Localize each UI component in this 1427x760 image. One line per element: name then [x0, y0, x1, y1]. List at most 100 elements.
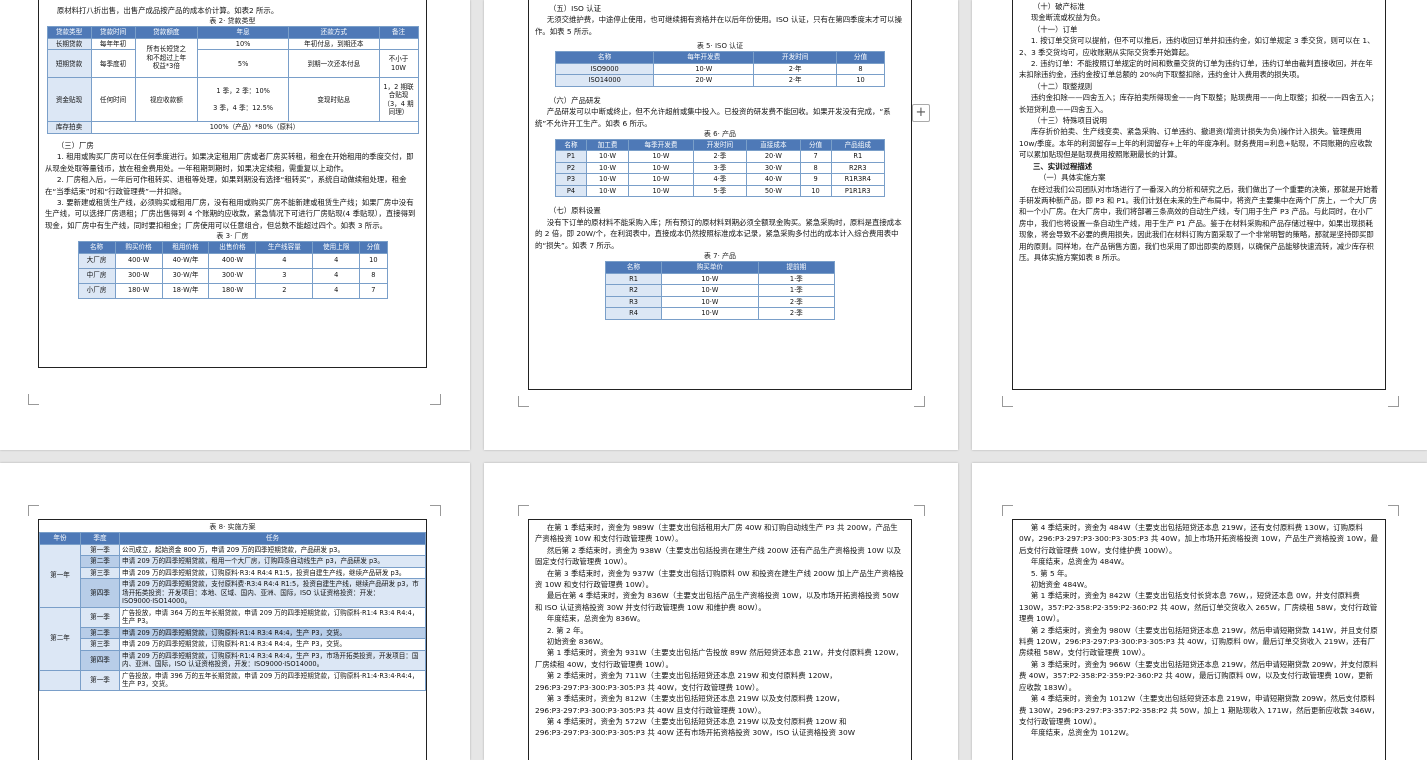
- table-cell: 库存拍卖: [46, 121, 92, 134]
- page-2-content: （五）ISO 认证 无须交维护费，中途停止使用，也可继续拥有资格并在以后年份使用…: [528, 0, 912, 390]
- table-row: P4 10·W 10·W 5·季 50·W 10 P1R1R3: [555, 184, 886, 198]
- table-cell: 50·W: [746, 184, 801, 198]
- table-header: 租用价格: [161, 241, 210, 254]
- table-header: 名称: [604, 261, 663, 274]
- table-cell: 10·W: [585, 184, 630, 198]
- section-heading: 三、实训过程描述: [1033, 161, 1093, 171]
- paragraph: 第 4 季结束时，资金为 572W（主要支出包括短贷还本息 219W 以及支付原…: [535, 716, 856, 738]
- paragraph: 第 4 季结束时，资金为 1012W（主要支出包括短贷还本息 219W，申请短期…: [1019, 694, 1379, 726]
- table-cell: 20·W: [746, 150, 801, 163]
- table-cell: 10·W: [661, 272, 759, 286]
- quarter-cell: 第三季: [80, 638, 120, 651]
- page-5-text: 在第 1 季结束时，资金为 989W（主要支出包括租用大厂房 40W 和订购自动…: [529, 520, 911, 739]
- page-4-content: 表 8· 实施方案 年份 季度 任务 第一年 第一季 公司成立，起始资金 800…: [38, 519, 427, 760]
- paragraph: 在经过我们公司团队对市场进行了一番深入的分析和研究之后，我们做出了一个重要的决策…: [1019, 184, 1379, 262]
- paragraph: 初始资金 484W。: [1030, 580, 1092, 590]
- paragraph: 第 4 季结束时，资金为 484W（主要支出包括短贷还本息 219W，还有支付原…: [1019, 523, 1378, 555]
- page-3: （十）破产标准 现金断流或权益为负。 （十一）订单 1. 按订单交货可以提前，但…: [972, 0, 1427, 450]
- table-cell: 大厂房: [77, 252, 116, 269]
- table-row: R1 10·W 1·季: [604, 272, 836, 286]
- paragraph: 然后第 2 季结束时，资金为 938W（主要支出包括投资在建生产线 200W 还…: [535, 545, 901, 567]
- paragraph: 产品研发可以中断或终止，但不允许超前或集中投入。已投资的研发费不能回收。如果开发…: [535, 107, 891, 128]
- table-cell: 4: [255, 252, 314, 269]
- table-cell: ISO9000: [554, 62, 655, 76]
- table-cell: 2·季: [692, 150, 748, 163]
- quarter-cell: 第四季: [80, 649, 120, 671]
- table-header: 还款方式: [288, 26, 380, 39]
- table-cell: 4: [312, 252, 361, 269]
- table-header: 备注: [378, 26, 419, 39]
- table-cell: R1: [604, 272, 663, 286]
- page-6: 第 4 季结束时，资金为 484W（主要支出包括短贷还本息 219W，还有支付原…: [972, 463, 1427, 760]
- table-row: 第三季 申请 209 万的四季短期贷款，订购原料·R3:4 R4:4 R1:5，…: [40, 566, 426, 579]
- page-2: （五）ISO 认证 无须交维护费，中途停止使用，也可继续拥有资格并在以后年份使用…: [484, 0, 958, 450]
- table-materials: 名称 购买单价 提前期 R1 10·W 1·季 R2 10·W 1·季 R3 1…: [604, 261, 836, 320]
- table-row: R4 10·W 2·季: [604, 307, 836, 320]
- intro-text: 原材料打八折出售，出售产成品按产品的成本价计算。如表2 所示。: [56, 6, 279, 15]
- table-cell: R2: [604, 284, 663, 297]
- section-title: （一）具体实施方案: [1039, 173, 1106, 183]
- paragraph: 第 1 季结束时，资金为 931W（主要支出包括广告投放 89W 然后短贷还本息…: [535, 648, 903, 669]
- table6-caption: 表 6· 产品: [703, 129, 737, 138]
- table-header: 分值: [359, 241, 388, 254]
- table-implementation-plan: 年份 季度 任务 第一年 第一季 公司成立，起始资金 800 万，申请 209 …: [39, 532, 426, 691]
- paragraph: 2. 厂房租入后，一年后可作租转买、退租等处理，如果到期没有选择“租转买”，系统…: [45, 175, 407, 196]
- paragraph: 年度结束，总资金为 836W。: [546, 614, 645, 624]
- paragraph: 第 1 季结束时，资金为 842W（主要支出包括支付长贷本息 76W，，短贷还本…: [1019, 591, 1378, 624]
- section-title: （十三）特殊项目说明: [1033, 116, 1107, 126]
- task-cell: 申请 209 万的四季短期贷款，订购原料·R3:4 R4:4 R1:5，投资自建…: [119, 566, 426, 579]
- paragraph: 最后在第 4 季结束时，资金为 836W（主要支出包括产品生产资格投资 10W，…: [535, 591, 899, 612]
- corner-mark: [518, 505, 529, 516]
- add-page-icon[interactable]: +: [912, 104, 930, 122]
- table-cell: 年初付息，到期还本: [288, 37, 380, 51]
- paragraph: 第 3 季结束时，资金为 812W（主要支出包括短贷还本息 219W 以及支付原…: [535, 694, 845, 715]
- paragraph: 3. 要新建或租赁生产线，必须购买或租用厂房，没有租用或购买厂房不能新建或租赁生…: [45, 197, 416, 230]
- quarter-cell: 第二季: [80, 626, 120, 639]
- table-cell: 10·W: [653, 62, 755, 76]
- quarter-cell: 第二季: [80, 555, 120, 568]
- table-header: 直接成本: [746, 138, 801, 152]
- table-cell: 视应收款额: [134, 77, 199, 123]
- paragraph: 没有下订单的原材料不能采购入库；所有预订的原材料到期必须全额现金购买。紧急采购时…: [535, 217, 902, 250]
- table-header: 购买单价: [661, 261, 759, 274]
- paragraph: 1. 按订单交货可以提前，但不可以推后，违约收回订单并扣违约金，如订单规定 3 …: [1019, 36, 1375, 57]
- paragraph: 2. 第 2 年。: [546, 625, 588, 635]
- task-cell: 申请 209 万的四季短期贷款，租用一个大厂房，订购四条自动线生产 p3，产品研…: [119, 555, 426, 568]
- quarter-cell: 第一季: [80, 606, 120, 628]
- table-cell: 5%: [197, 49, 290, 79]
- task-cell: 广告投放，申请 364 万的五年长期贷款，申请 209 万的四季短期贷款，订购原…: [119, 606, 426, 628]
- paragraph: 在第 3 季结束时，资金为 937W（主要支出包括订购原料 0W 和投资在建生产…: [535, 568, 904, 590]
- table-header: 贷款类型: [46, 26, 92, 39]
- paragraph: 2. 违约订单：不能按照订单规定的时间和数量交货的订单为违约订单，违约订单由裁判…: [1019, 59, 1373, 80]
- table-cell: 2·季: [757, 295, 836, 309]
- table-header: 分值: [799, 138, 832, 152]
- table-cell: 2·年: [753, 62, 838, 76]
- table-cell: P1R1R3: [830, 184, 886, 198]
- task-cell: 申请 209 万的四季短期贷款，支付原料费·R3:4 R4:4 R1:5，投资自…: [119, 578, 426, 608]
- table-cell: 8: [799, 161, 832, 175]
- table-cell: 30·W/年: [161, 267, 210, 284]
- table-cell: 10·W: [585, 150, 630, 163]
- section-title: （五）ISO 认证: [549, 4, 601, 13]
- table-header: 产品组成: [830, 138, 886, 152]
- page-6-text: 第 4 季结束时，资金为 484W（主要支出包括短贷还本息 219W，还有支付原…: [1013, 520, 1385, 739]
- table-cell: P2: [555, 161, 587, 175]
- corner-mark: [518, 396, 529, 407]
- table-header: 名称: [554, 51, 655, 64]
- table-cell: R2R3: [830, 161, 886, 175]
- page-1-content: 原材料打八折出售，出售产成品按产品的成本价计算。如表2 所示。 表 2· 贷款类…: [38, 0, 427, 368]
- table-cell: 300·W: [114, 267, 163, 284]
- corner-mark: [1388, 396, 1399, 407]
- table-cell: 4: [312, 267, 361, 284]
- table-cell: 20·W: [653, 74, 755, 87]
- section-title: （六）产品研发: [549, 95, 601, 105]
- section-title: （十一）订单: [1033, 24, 1078, 34]
- table-cell: 每年年初: [90, 37, 136, 51]
- table-cell: 所有长短贷之 和不超过上年 权益*3倍: [134, 37, 199, 79]
- table-cell: 7: [799, 150, 832, 163]
- table-cell: 资金贴现: [46, 77, 92, 123]
- table-cell: 10·W: [628, 173, 694, 186]
- table-header: 贷款额度: [134, 26, 199, 39]
- paragraph: 第 2 季结束时，资金为 711W（主要支出包括短贷还本息 219W 和支付原料…: [535, 671, 837, 692]
- table-cell: 180·W: [114, 282, 163, 299]
